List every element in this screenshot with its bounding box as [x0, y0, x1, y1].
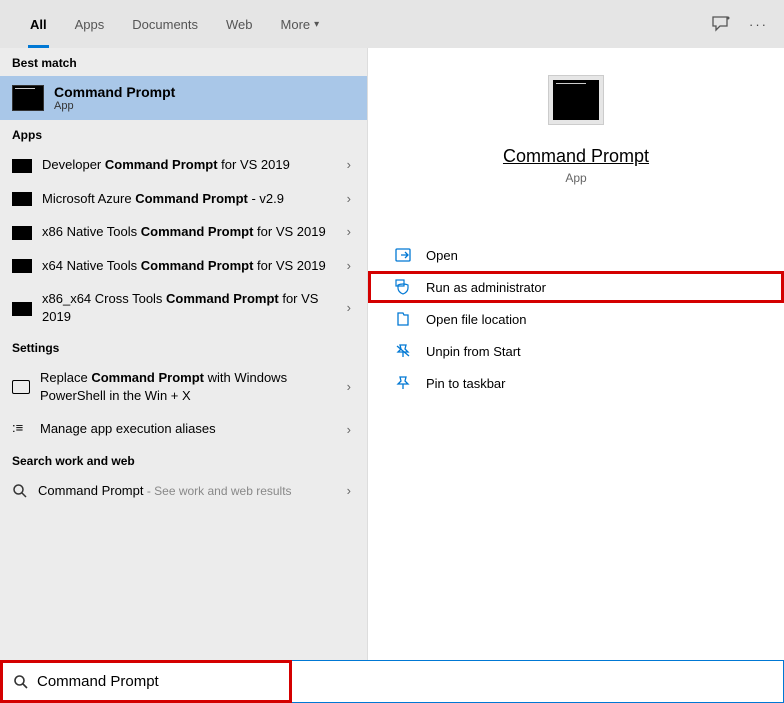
taskbar-remainder — [292, 660, 784, 703]
section-best-match: Best match — [0, 48, 367, 76]
search-input[interactable] — [37, 673, 279, 690]
preview-title[interactable]: Command Prompt — [388, 146, 764, 167]
app-result[interactable]: Developer Command Prompt for VS 2019 › — [0, 148, 367, 182]
action-pin-to-taskbar[interactable]: Pin to taskbar — [368, 367, 784, 399]
chevron-right-icon[interactable]: › — [347, 224, 355, 239]
section-apps: Apps — [0, 120, 367, 148]
app-result[interactable]: x86 Native Tools Command Prompt for VS 2… — [0, 215, 367, 249]
tab-all[interactable]: All — [16, 0, 61, 48]
chevron-right-icon[interactable]: › — [347, 191, 355, 206]
open-icon — [394, 247, 412, 263]
action-open-file-location[interactable]: Open file location — [368, 303, 784, 335]
chevron-right-icon[interactable]: › — [347, 422, 355, 437]
filter-tabs-bar: All Apps Documents Web More▾ ··· — [0, 0, 784, 48]
app-icon — [12, 302, 32, 316]
chevron-down-icon: ▾ — [314, 19, 319, 30]
chevron-right-icon[interactable]: › — [347, 300, 355, 315]
tab-apps[interactable]: Apps — [61, 0, 119, 48]
best-match-type: App — [54, 100, 175, 112]
tab-web[interactable]: Web — [212, 0, 267, 48]
list-icon — [12, 422, 30, 436]
best-match-result[interactable]: Command Prompt App — [0, 76, 367, 120]
section-web: Search work and web — [0, 446, 367, 474]
web-result[interactable]: Command Prompt - See work and web result… — [0, 474, 367, 508]
app-icon — [12, 192, 32, 206]
settings-result[interactable]: Replace Command Prompt with Windows Powe… — [0, 361, 367, 412]
chevron-right-icon[interactable]: › — [347, 157, 355, 172]
action-unpin-from-start[interactable]: Unpin from Start — [368, 335, 784, 367]
search-icon — [13, 674, 29, 690]
tab-more[interactable]: More▾ — [267, 0, 334, 48]
pin-icon — [394, 375, 412, 391]
shield-icon — [394, 279, 412, 295]
more-options-icon[interactable]: ··· — [749, 17, 768, 32]
preview-app-icon — [549, 76, 603, 124]
search-box[interactable] — [0, 660, 292, 703]
best-match-title: Command Prompt — [54, 84, 175, 100]
action-run-as-administrator[interactable]: Run as administrator — [368, 271, 784, 303]
feedback-icon[interactable] — [711, 15, 731, 33]
action-open[interactable]: Open — [368, 239, 784, 271]
settings-result[interactable]: Manage app execution aliases › — [0, 412, 367, 446]
command-prompt-icon — [12, 85, 44, 111]
app-icon — [12, 226, 32, 240]
app-result[interactable]: Microsoft Azure Command Prompt - v2.9 › — [0, 182, 367, 216]
folder-icon — [394, 311, 412, 327]
app-icon — [12, 259, 32, 273]
chevron-right-icon[interactable]: › — [347, 258, 355, 273]
preview-type: App — [388, 171, 764, 185]
section-settings: Settings — [0, 333, 367, 361]
preview-panel: Command Prompt App Open Run as administr… — [367, 48, 784, 660]
chevron-right-icon[interactable]: › — [347, 483, 355, 498]
search-icon — [12, 483, 28, 499]
results-panel: Best match Command Prompt App Apps Devel… — [0, 48, 367, 660]
settings-icon — [12, 380, 30, 394]
tab-documents[interactable]: Documents — [118, 0, 212, 48]
chevron-right-icon[interactable]: › — [347, 379, 355, 394]
search-bar — [0, 660, 784, 703]
app-result[interactable]: x86_x64 Cross Tools Command Prompt for V… — [0, 282, 367, 333]
app-result[interactable]: x64 Native Tools Command Prompt for VS 2… — [0, 249, 367, 283]
unpin-icon — [394, 343, 412, 359]
app-icon — [12, 159, 32, 173]
